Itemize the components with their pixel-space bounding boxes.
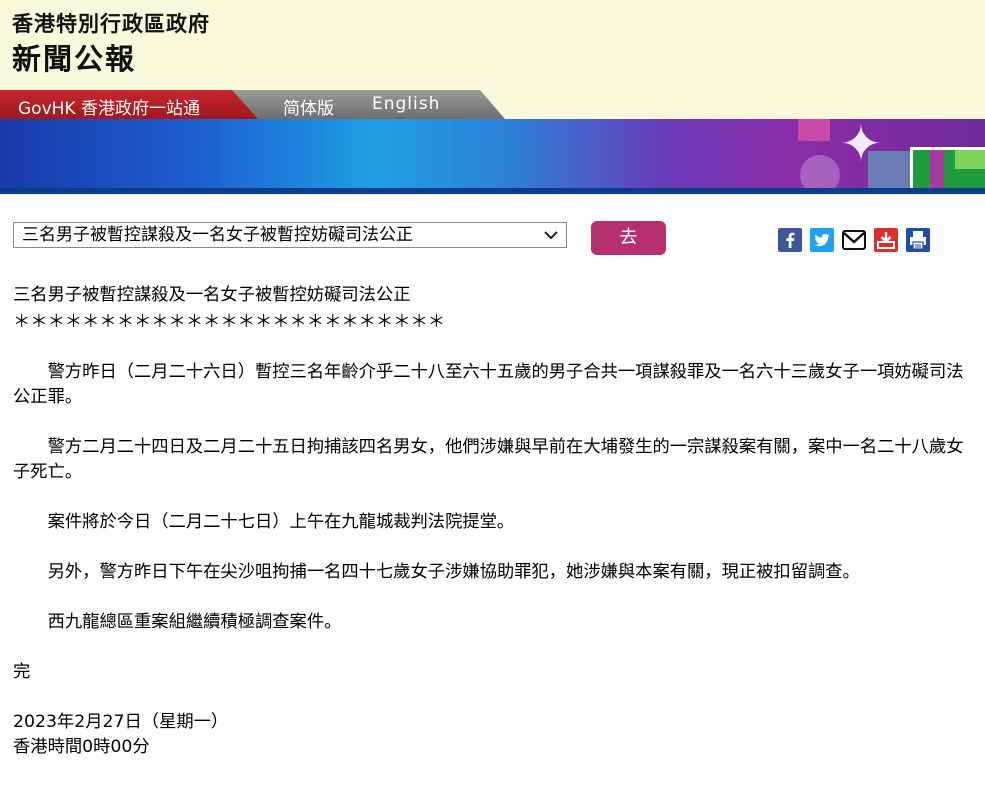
gov-name[interactable]: 香港特別行政區政府 xyxy=(12,8,210,38)
chevron-down-icon xyxy=(544,223,558,254)
article-paragraph: 警方昨日（二月二十六日）暫控三名年齡介乎二十八至六十五歲的男子合共一項謀殺罪及一… xyxy=(13,362,964,407)
article: 三名男子被暫控謀殺及一名女子被暫控妨礙司法公正 ＊＊＊＊＊＊＊＊＊＊＊＊＊＊＊＊… xyxy=(13,283,978,760)
download-icon[interactable] xyxy=(874,228,898,252)
twitter-icon[interactable] xyxy=(810,228,834,252)
facebook-icon[interactable] xyxy=(778,228,802,252)
article-title: 三名男子被暫控謀殺及一名女子被暫控妨礙司法公正 xyxy=(13,285,411,305)
press-release-title[interactable]: 新聞公報 xyxy=(12,36,136,78)
article-select-value: 三名男子被暫控謀殺及一名女子被暫控妨礙司法公正 xyxy=(22,225,413,245)
banner: ✦ xyxy=(0,119,985,194)
govhk-link[interactable]: GovHK 香港政府一站通 xyxy=(18,94,200,119)
article-select[interactable]: 三名男子被暫控謀殺及一名女子被暫控妨礙司法公正 xyxy=(13,222,567,248)
article-time: 香港時間0時00分 xyxy=(13,737,150,757)
simplified-chinese-link[interactable]: 简体版 xyxy=(283,94,334,119)
article-paragraph: 警方二月二十四日及二月二十五日拘捕該四名男女，他們涉嫌與早前在大埔發生的一宗謀殺… xyxy=(13,437,964,482)
article-date: 2023年2月27日（星期一） xyxy=(13,712,229,732)
nav-bar: GovHK 香港政府一站通 简体版 English xyxy=(0,90,985,119)
article-end: 完 xyxy=(13,662,31,682)
article-paragraph: 另外，警方昨日下午在尖沙咀拘捕一名四十七歲女子涉嫌協助罪犯，她涉嫌與本案有關，現… xyxy=(47,562,860,582)
sparkle-icon: ✦ xyxy=(840,119,882,173)
title-underline-stars: ＊＊＊＊＊＊＊＊＊＊＊＊＊＊＊＊＊＊＊＊＊＊＊＊＊ xyxy=(13,312,446,332)
header: 香港特別行政區政府 新聞公報 xyxy=(0,0,985,90)
print-icon[interactable] xyxy=(906,228,930,252)
article-paragraph: 案件將於今日（二月二十七日）上午在九龍城裁判法院提堂。 xyxy=(47,512,515,532)
email-icon[interactable] xyxy=(842,228,866,252)
english-link[interactable]: English xyxy=(372,94,440,114)
article-paragraph: 西九龍總區重案組繼續積極調查案件。 xyxy=(47,612,342,632)
go-button[interactable]: 去 xyxy=(591,221,666,255)
